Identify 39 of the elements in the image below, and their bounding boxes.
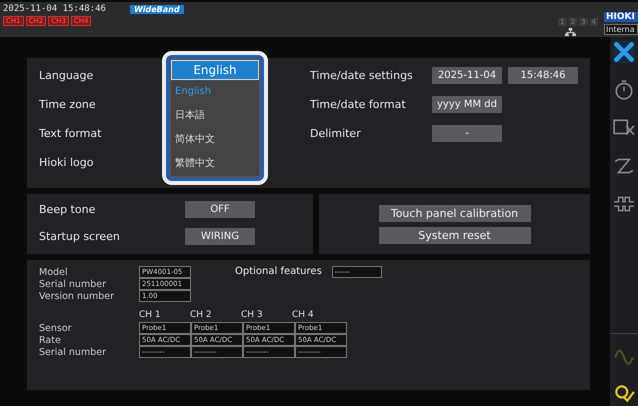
dropdown-option[interactable]: 简体中文 [171,128,259,152]
field-label: Hioki logo [39,156,94,169]
value-button[interactable]: yyyy MM dd [432,96,502,113]
mode-badge: WideBand [130,4,184,14]
column-header: CH 4 [292,309,315,322]
field-label: Text format [39,127,102,140]
column-header: CH 2 [190,309,213,322]
column-header: CH 3 [241,309,264,322]
value-button[interactable]: WIRING [185,228,255,245]
stopwatch-icon[interactable] [613,79,635,101]
row-label: Rate [39,334,62,346]
brand-logo: HIOKI [604,12,638,22]
dropdown-option[interactable]: 日本語 [171,104,259,128]
field-label: Time/date format [310,98,407,111]
field-label: Startup screen [39,230,121,243]
field-label: Optional features [235,266,322,277]
field-label: Version number [39,290,116,302]
field-label: Serial number [39,278,107,290]
row-label: Serial number [39,346,107,358]
action-button[interactable]: Touch panel calibration [378,204,530,222]
field-label: Time zone [39,98,96,111]
dropdown-value[interactable]: English [171,60,259,80]
datetime: 2025-11-04 15:48:46 [3,4,106,14]
action-button[interactable]: System reset [378,226,530,244]
value-button[interactable]: - [432,125,502,142]
network-icon [565,28,576,37]
field-label: Model [39,266,69,278]
field-label: Time/date settings [310,69,414,82]
row-label: Sensor [39,322,73,334]
field-label: Beep tone [39,203,96,216]
value-button[interactable]: 2025-11-04 [432,67,502,84]
dropdown-option[interactable]: 繁體中文 [171,152,259,176]
source-label: Interna [604,24,638,35]
field-label: Delimiter [310,127,362,140]
field-label: Language [39,69,94,82]
value-button[interactable]: OFF [185,201,255,218]
column-header: CH 1 [139,309,162,322]
dropdown-option[interactable]: English [171,80,259,104]
value-button[interactable]: 15:48:46 [508,67,578,84]
